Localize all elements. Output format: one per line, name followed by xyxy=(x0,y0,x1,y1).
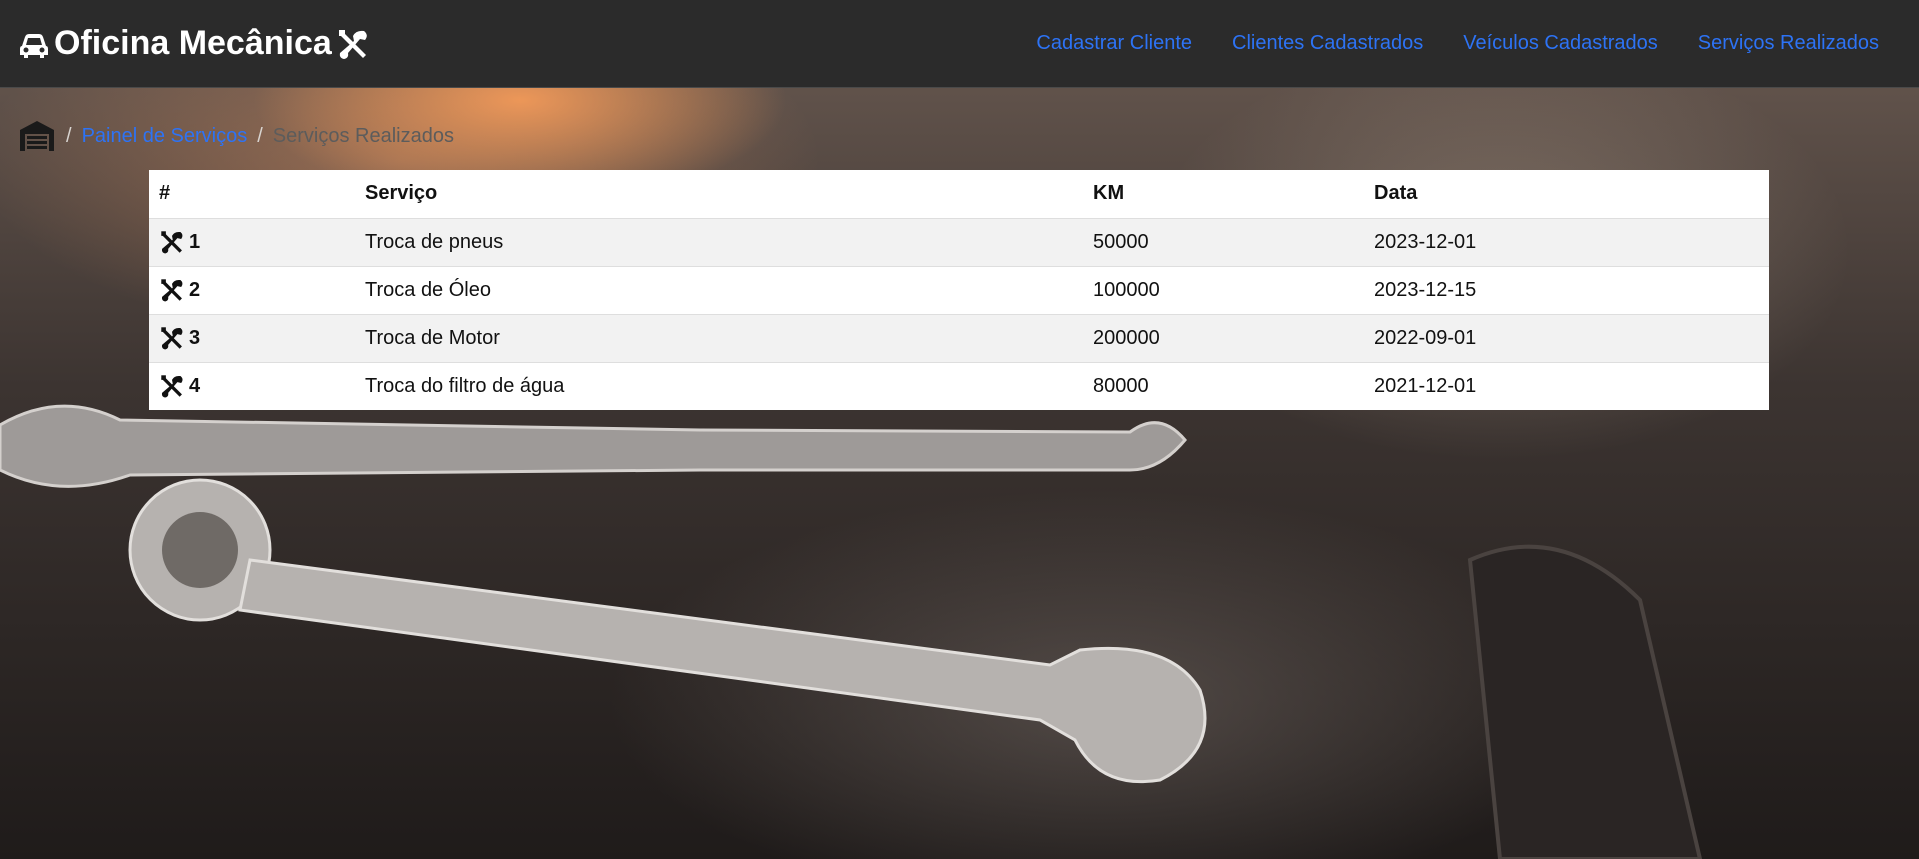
table-row: 3 Troca de Motor 200000 2022-09-01 xyxy=(149,314,1769,363)
nav-link-clientes-cadastrados[interactable]: Clientes Cadastrados xyxy=(1232,32,1423,55)
brand-link[interactable]: Oficina Mecânica xyxy=(18,24,370,63)
table-row: 2 Troca de Óleo 100000 2023-12-15 xyxy=(149,266,1769,315)
tools-icon xyxy=(161,231,183,254)
tools-icon xyxy=(338,29,367,59)
row-id-text: 1 xyxy=(189,230,201,253)
table-row: 4 Troca do filtro de água 80000 2021-12-… xyxy=(149,362,1769,410)
cell-date: 2023-12-01 xyxy=(1364,218,1769,267)
breadcrumb-current: Serviços Realizados xyxy=(272,124,454,147)
nav-link-veiculos-cadastrados[interactable]: Veículos Cadastrados xyxy=(1463,32,1658,55)
cell-service: Troca de Motor xyxy=(355,314,1083,363)
nav-link-cadastrar-cliente[interactable]: Cadastrar Cliente xyxy=(1036,32,1192,55)
breadcrumb-separator: / xyxy=(66,124,72,147)
cell-id: 2 xyxy=(149,266,355,315)
row-id-text: 2 xyxy=(189,278,201,301)
tools-icon xyxy=(161,327,183,350)
cell-km: 50000 xyxy=(1083,218,1364,267)
table-row: 1 Troca de pneus 50000 2023-12-01 xyxy=(149,218,1769,267)
column-header-km: KM xyxy=(1083,170,1364,219)
breadcrumb: / Painel de Serviços / Serviços Realizad… xyxy=(0,120,1919,152)
car-icon xyxy=(20,33,48,58)
cell-service: Troca do filtro de água xyxy=(365,374,565,397)
cell-date: 2021-12-01 xyxy=(1374,374,1477,397)
cell-id: 4 xyxy=(149,362,355,410)
breadcrumb-painel-de-servicos[interactable]: Painel de Serviços xyxy=(82,125,248,148)
nav-link-servicos-realizados[interactable]: Serviços Realizados xyxy=(1698,32,1879,55)
tools-icon xyxy=(161,375,183,398)
table-header-row: # Serviço KM Data xyxy=(149,170,1769,219)
cell-id: 3 xyxy=(149,314,355,363)
breadcrumb-separator: / xyxy=(257,124,263,147)
brand-title: Oficina Mecânica xyxy=(54,24,332,62)
services-table-container: # Serviço KM Data 1 Troca de pneus 50000… xyxy=(149,170,1769,410)
column-header-date: Data xyxy=(1364,170,1769,219)
row-id: 4 xyxy=(159,373,345,399)
cell-date: 2022-09-01 xyxy=(1364,314,1769,363)
breadcrumb-home[interactable] xyxy=(18,120,56,152)
row-id: 3 xyxy=(159,325,345,351)
cell-km: 200000 xyxy=(1083,314,1364,363)
row-id: 2 xyxy=(159,277,345,303)
row-id-text: 3 xyxy=(189,326,201,349)
navbar: Oficina Mecânica Cadastrar Cliente Clien… xyxy=(0,0,1919,88)
cell-km: 80000 xyxy=(1093,374,1149,397)
row-id: 1 xyxy=(159,229,345,255)
nav-links: Cadastrar Cliente Clientes Cadastrados V… xyxy=(1036,32,1901,55)
column-header-id: # xyxy=(149,170,355,219)
cell-date: 2023-12-15 xyxy=(1364,266,1769,315)
tools-icon xyxy=(161,279,183,302)
cell-service: Troca de pneus xyxy=(355,218,1083,267)
row-id-text: 4 xyxy=(189,374,201,397)
cell-id: 1 xyxy=(149,218,355,267)
services-table: # Serviço KM Data 1 Troca de pneus 50000… xyxy=(149,170,1769,410)
cell-km: 100000 xyxy=(1083,266,1364,315)
column-header-service: Serviço xyxy=(355,170,1083,219)
cell-service: Troca de Óleo xyxy=(355,266,1083,315)
garage-icon xyxy=(20,121,54,151)
